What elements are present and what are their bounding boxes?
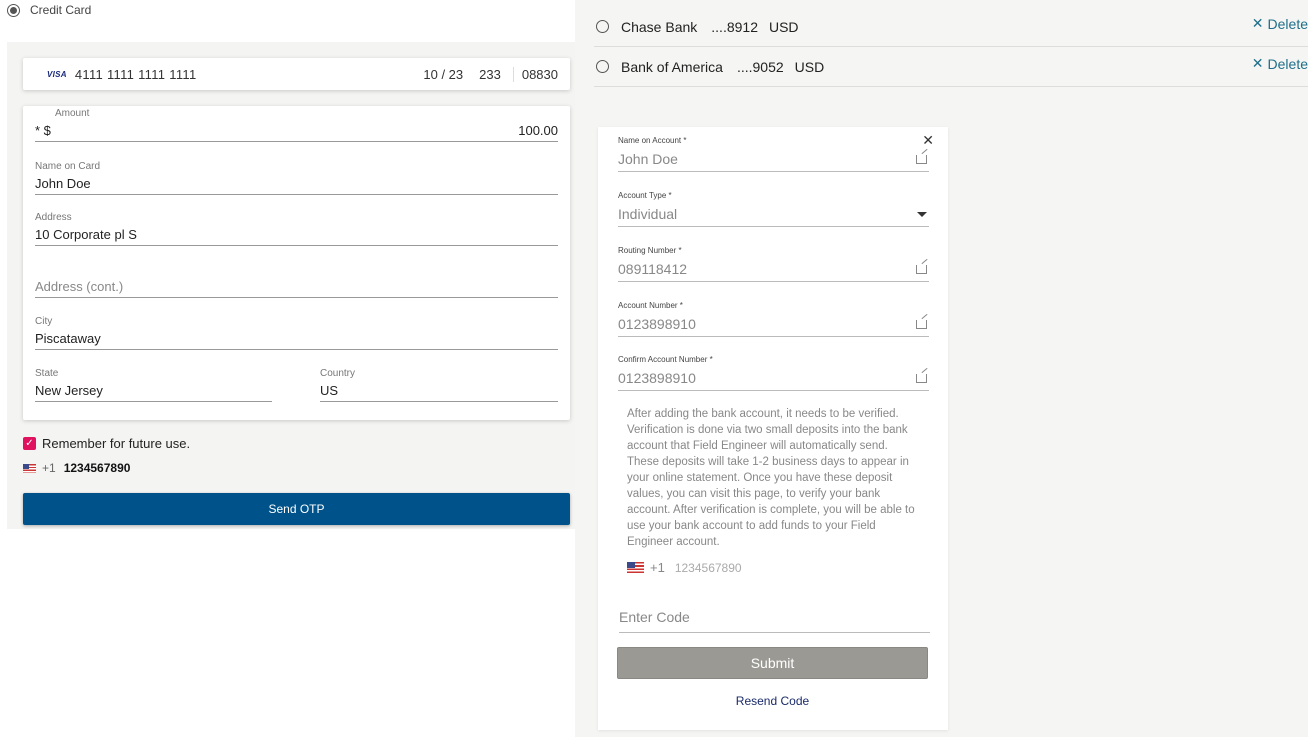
- amount-field[interactable]: Amount * $ 100.00: [35, 108, 558, 142]
- routing-number-value[interactable]: 089118412: [618, 257, 687, 281]
- enter-code-input[interactable]: Enter Code: [619, 606, 930, 633]
- remember-checkbox[interactable]: ✓: [23, 437, 36, 450]
- account-number-field[interactable]: Account Number * 0123898910: [618, 301, 929, 337]
- address-cont-placeholder[interactable]: Address (cont.): [35, 277, 558, 297]
- bank-row[interactable]: Chase Bank ....8912 USD ✕ Delete: [594, 7, 1308, 47]
- credit-card-panel: VISA 4111 1111 1111 1111 10 / 23 233 088…: [7, 42, 575, 529]
- credit-card-option[interactable]: Credit Card: [7, 3, 91, 17]
- delete-label: Delete: [1267, 15, 1308, 32]
- bank-panel: Chase Bank ....8912 USD ✕ Delete Bank of…: [575, 0, 1308, 737]
- card-number-field[interactable]: 4111 1111 1111 1111: [75, 67, 424, 82]
- confirm-account-number-value[interactable]: 0123898910: [618, 366, 696, 390]
- bank-radio[interactable]: [596, 60, 609, 73]
- name-on-card-label: Name on Card: [35, 161, 101, 172]
- amount-value[interactable]: 100.00: [518, 121, 558, 141]
- chevron-down-icon[interactable]: [917, 211, 927, 217]
- resend-code-link[interactable]: Resend Code: [617, 694, 928, 708]
- account-number-value[interactable]: 0123898910: [618, 312, 696, 336]
- name-on-account-field[interactable]: Name on Account * John Doe: [618, 136, 929, 172]
- us-flag-icon[interactable]: [627, 562, 644, 573]
- card-expiry-field[interactable]: 10 / 23: [423, 67, 463, 82]
- edit-icon: [916, 319, 927, 329]
- billing-form: Amount * $ 100.00 Name on Card John Doe …: [23, 106, 570, 420]
- address-cont-field[interactable]: Address (cont.): [35, 264, 558, 298]
- state-value[interactable]: New Jersey: [35, 381, 103, 401]
- bank-radio[interactable]: [596, 20, 609, 33]
- bank-name: Chase Bank: [621, 18, 698, 35]
- delete-bank-link[interactable]: ✕ Delete: [1252, 15, 1308, 32]
- edit-icon: [916, 154, 927, 164]
- phone-number[interactable]: 1234567890: [64, 461, 131, 475]
- phone-country-code: +1: [650, 560, 665, 575]
- account-type-label: Account Type *: [618, 191, 672, 200]
- country-label: Country: [320, 368, 356, 379]
- verification-info: After adding the bank account, it needs …: [627, 408, 915, 548]
- edit-icon: [916, 264, 927, 274]
- credit-card-radio[interactable]: [7, 3, 20, 17]
- address-label: Address: [35, 212, 72, 223]
- remember-option[interactable]: ✓ Remember for future use.: [23, 436, 190, 451]
- bank-currency: USD: [794, 58, 825, 75]
- us-flag-icon[interactable]: [23, 463, 36, 473]
- state-field[interactable]: State New Jersey: [35, 368, 272, 402]
- confirm-account-number-label: Confirm Account Number *: [618, 355, 713, 364]
- confirm-account-number-field[interactable]: Confirm Account Number * 0123898910: [618, 355, 929, 391]
- phone-input[interactable]: 1234567890: [675, 561, 742, 575]
- amount-label: Amount: [55, 108, 90, 119]
- visa-icon: VISA: [47, 69, 67, 79]
- account-type-value[interactable]: Individual: [618, 202, 677, 226]
- routing-number-field[interactable]: Routing Number * 089118412: [618, 246, 929, 282]
- city-label: City: [35, 316, 53, 327]
- state-label: State: [35, 368, 59, 379]
- phone-row: +1 1234567890: [23, 461, 130, 475]
- card-input[interactable]: VISA 4111 1111 1111 1111 10 / 23 233 088…: [23, 58, 570, 90]
- bank-name: Bank of America: [621, 58, 723, 75]
- city-value[interactable]: Piscataway: [35, 329, 101, 349]
- submit-button[interactable]: Submit: [617, 647, 928, 679]
- bank-currency: USD: [768, 18, 799, 35]
- country-value[interactable]: US: [320, 381, 338, 401]
- address-value[interactable]: 10 Corporate pl S: [35, 225, 137, 245]
- remember-label: Remember for future use.: [42, 436, 191, 451]
- add-bank-form: ✕ Name on Account * John Doe Account Typ…: [598, 127, 948, 730]
- bank-account: ....9052: [736, 58, 784, 75]
- amount-prefix: * $: [35, 123, 51, 138]
- name-on-account-value[interactable]: John Doe: [618, 147, 678, 171]
- bank-account: ....8912: [711, 18, 758, 35]
- city-field[interactable]: City Piscataway: [35, 316, 558, 350]
- delete-label: Delete: [1267, 55, 1308, 72]
- edit-icon: [916, 373, 927, 383]
- credit-card-label: Credit Card: [30, 3, 92, 17]
- card-zip-field[interactable]: 08830: [512, 66, 558, 82]
- name-on-card-value[interactable]: John Doe: [35, 174, 91, 194]
- phone-country-code: +1: [42, 461, 56, 475]
- account-type-select[interactable]: Account Type * Individual: [618, 191, 929, 227]
- name-on-account-label: Name on Account *: [618, 136, 687, 145]
- delete-bank-link[interactable]: ✕ Delete: [1252, 55, 1308, 72]
- close-icon: ✕: [1251, 15, 1264, 31]
- close-icon: ✕: [1251, 55, 1264, 71]
- routing-number-label: Routing Number *: [618, 246, 682, 255]
- account-number-label: Account Number *: [618, 301, 683, 310]
- name-on-card-field[interactable]: Name on Card John Doe: [35, 161, 558, 195]
- country-field[interactable]: Country US: [320, 368, 558, 402]
- card-cvc-field[interactable]: 233: [479, 67, 501, 82]
- bank-row[interactable]: Bank of America ....9052 USD ✕ Delete: [594, 47, 1308, 87]
- send-otp-button[interactable]: Send OTP: [23, 493, 570, 525]
- bank-phone-row: +1 1234567890: [627, 560, 742, 575]
- address-field[interactable]: Address 10 Corporate pl S: [35, 212, 558, 246]
